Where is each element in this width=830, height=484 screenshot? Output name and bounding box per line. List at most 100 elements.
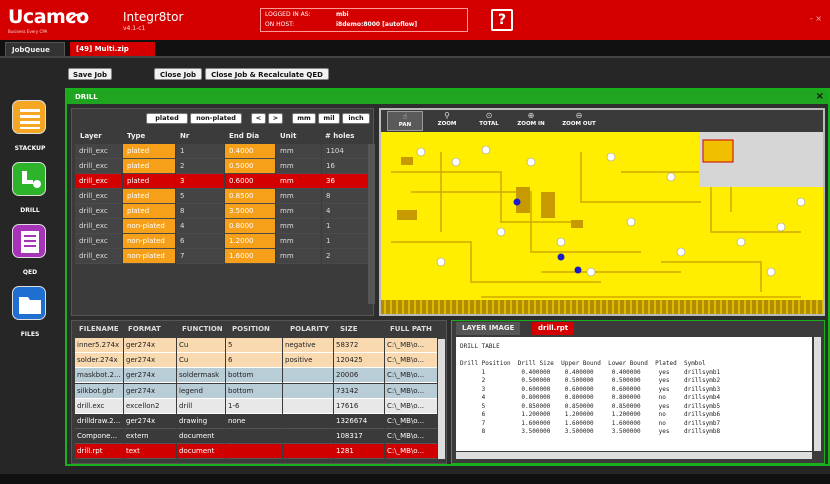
file-cell-path: C:\_MB\o... bbox=[385, 338, 437, 353]
file-cell-position bbox=[226, 429, 282, 445]
col-holes[interactable]: # holes bbox=[325, 132, 354, 140]
report-vscroll[interactable] bbox=[814, 337, 821, 451]
zoom-out-tool[interactable]: ⊖ ZOOM OUT bbox=[557, 111, 601, 131]
drill-table-row[interactable]: drill_exc plated 3 0.6000 mm 36 bbox=[75, 174, 372, 189]
nav-label-stackup: STACKUP bbox=[14, 145, 46, 152]
report-hscroll[interactable] bbox=[456, 452, 812, 459]
report-line: 2 0.500000 0.500000 0.500000 yes drillsy… bbox=[460, 377, 721, 384]
col-function[interactable]: FUNCTION bbox=[182, 325, 223, 333]
col-end-dia[interactable]: End Dia bbox=[229, 132, 259, 140]
nav-item-files[interactable]: FILES bbox=[0, 284, 60, 346]
nav-item-drill[interactable]: DRILL bbox=[0, 160, 60, 222]
filter-plated-button[interactable]: plated bbox=[146, 113, 188, 124]
col-layer[interactable]: Layer bbox=[80, 132, 102, 140]
zoom-total-icon: ⊙ bbox=[485, 111, 493, 120]
viewer-toolbar: ☝ PAN ⚲ ZOOM ⊙ TOTAL ⊕ ZOOM IN ⊖ ZOOM OU… bbox=[381, 110, 823, 132]
file-table-row[interactable]: Compone... extern document 108317 C:\_MB\o..… bbox=[75, 429, 445, 445]
col-type[interactable]: Type bbox=[127, 132, 145, 140]
col-polarity[interactable]: POLARITY bbox=[290, 325, 329, 333]
file-cell-polarity bbox=[283, 414, 333, 429]
close-job-button[interactable]: Close Job bbox=[154, 68, 202, 80]
close-icon[interactable]: × bbox=[816, 91, 824, 102]
unit-mil-button[interactable]: mil bbox=[318, 113, 340, 124]
report-tabs: LAYER IMAGE drill.rpt bbox=[452, 321, 824, 335]
drill-table-row[interactable]: drill_exc plated 5 0.8500 mm 8 bbox=[75, 189, 372, 204]
drill-cell-type: non-plated bbox=[123, 249, 175, 264]
file-cell-path: C:\_MB\o... bbox=[385, 353, 437, 369]
tab-job-multi[interactable]: [49] Multi.zip bbox=[70, 42, 155, 56]
drill-cell-holes: 1 bbox=[322, 234, 368, 249]
drill-table-row[interactable]: drill_exc non-plated 4 0.8000 mm 1 bbox=[75, 219, 372, 234]
save-job-button[interactable]: Save Job bbox=[68, 68, 112, 80]
drill-table-row[interactable]: drill_exc plated 8 3.5000 mm 4 bbox=[75, 204, 372, 219]
nav-item-stackup[interactable]: STACKUP bbox=[0, 98, 60, 160]
file-cell-position: 5 bbox=[226, 338, 282, 353]
drill-table-row[interactable]: drill_exc plated 2 0.5000 mm 16 bbox=[75, 159, 372, 174]
drill-cell-nr: 4 bbox=[176, 219, 224, 234]
drill-table-row[interactable]: drill_exc plated 1 0.4000 mm 1104 bbox=[75, 144, 372, 159]
file-table-row[interactable]: solder.274x ger274x Cu 6 positive 120425 C:\_M… bbox=[75, 353, 445, 369]
unit-mm-button[interactable]: mm bbox=[292, 113, 316, 124]
file-cell-path: C:\_MB\o... bbox=[385, 414, 437, 429]
tab-jobqueue[interactable]: JobQueue bbox=[5, 42, 65, 56]
drill-cell-layer: drill_exc bbox=[75, 249, 122, 264]
file-table-row[interactable]: drill.rpt text document 1281 C:\_MB\o... bbox=[75, 444, 445, 460]
app-version: v4.1-c1 bbox=[123, 25, 146, 32]
file-cell-polarity bbox=[283, 444, 333, 460]
drill-cell-holes: 16 bbox=[322, 159, 368, 174]
pcb-viewer[interactable]: ☝ PAN ⚲ ZOOM ⊙ TOTAL ⊕ ZOOM IN ⊖ ZOOM OU… bbox=[379, 108, 825, 316]
file-cell-format: ger274x bbox=[124, 414, 176, 429]
pan-tool[interactable]: ☝ PAN bbox=[387, 111, 423, 131]
total-tool[interactable]: ⊙ TOTAL bbox=[471, 111, 507, 131]
next-button[interactable]: > bbox=[268, 113, 283, 124]
report-line: Drill Position Drill Size Upper Bound Lo… bbox=[460, 360, 706, 367]
report-line: 5 0.850000 0.850000 0.850000 yes drillsy… bbox=[460, 402, 721, 410]
file-cell-function: drill bbox=[177, 398, 225, 414]
help-button[interactable]: ? bbox=[491, 9, 513, 31]
drill-table-row[interactable]: drill_exc non-plated 7 1.6000 mm 2 bbox=[75, 249, 372, 264]
file-table-row[interactable]: drill.exc excellon2 drill 1-6 17616 C:\_MB\o.… bbox=[75, 398, 445, 414]
tab-bar: JobQueue [49] Multi.zip bbox=[0, 40, 830, 56]
drill-scrollbar[interactable] bbox=[368, 144, 375, 304]
file-table-row[interactable]: silkbot.gbr ger274x legend bottom 73142 C:\_M… bbox=[75, 383, 445, 399]
file-cell-size: 73142 bbox=[334, 383, 384, 399]
file-cell-path: C:\_MB\o... bbox=[385, 398, 437, 414]
pcb-layer-image bbox=[381, 132, 823, 314]
file-table-row[interactable]: drilldraw.2... ger274x drawing none 1326674 C… bbox=[75, 414, 445, 429]
file-cell-name: drill.exc bbox=[75, 398, 123, 414]
zoom-in-tool[interactable]: ⊕ ZOOM IN bbox=[513, 111, 549, 131]
drill-table-row[interactable]: drill_exc non-plated 6 1.2000 mm 1 bbox=[75, 234, 372, 249]
host-label: ON HOST: bbox=[265, 21, 295, 28]
prev-button[interactable]: < bbox=[251, 113, 266, 124]
drill-cell-nr: 2 bbox=[176, 159, 224, 174]
files-scrollbar[interactable] bbox=[438, 339, 445, 459]
file-cell-format: text bbox=[124, 444, 176, 460]
col-format[interactable]: FORMAT bbox=[128, 325, 161, 333]
drill-cell-dia: 0.8500 bbox=[225, 189, 275, 204]
zoom-tool[interactable]: ⚲ ZOOM bbox=[429, 111, 465, 131]
file-table-row[interactable]: maskbot.2... ger274x soldermask bottom 20006… bbox=[75, 368, 445, 384]
file-cell-polarity bbox=[283, 398, 333, 414]
close-recalc-button[interactable]: Close Job & Recalculate QED bbox=[205, 68, 329, 80]
drill-cell-type: plated bbox=[123, 159, 175, 174]
col-unit[interactable]: Unit bbox=[280, 132, 296, 140]
file-cell-function: document bbox=[177, 444, 225, 460]
col-nr[interactable]: Nr bbox=[180, 132, 189, 140]
window-controls[interactable]: - × bbox=[810, 14, 822, 23]
file-cell-size: 120425 bbox=[334, 353, 384, 369]
file-table-row[interactable]: inner5.274x ger274x Cu 5 negative 58372 C:\_MB… bbox=[75, 338, 445, 353]
nav-item-qed[interactable]: QED bbox=[0, 222, 60, 284]
filter-nonplated-button[interactable]: non-plated bbox=[190, 113, 242, 124]
col-filename[interactable]: FILENAME bbox=[79, 325, 119, 333]
col-position[interactable]: POSITION bbox=[232, 325, 270, 333]
col-full-path[interactable]: FULL PATH bbox=[390, 325, 432, 333]
col-size[interactable]: SIZE bbox=[340, 325, 358, 333]
unit-inch-button[interactable]: inch bbox=[342, 113, 370, 124]
logo-swoosh-icon bbox=[69, 13, 83, 21]
tab-drill-rpt[interactable]: drill.rpt bbox=[532, 322, 575, 335]
nav-label-drill: DRILL bbox=[20, 207, 40, 214]
drill-cell-dia: 0.5000 bbox=[225, 159, 275, 174]
drill-cell-unit: mm bbox=[276, 189, 321, 204]
tab-layer-image[interactable]: LAYER IMAGE bbox=[456, 322, 521, 335]
left-nav: STACKUP DRILL QED FILES bbox=[0, 98, 60, 388]
